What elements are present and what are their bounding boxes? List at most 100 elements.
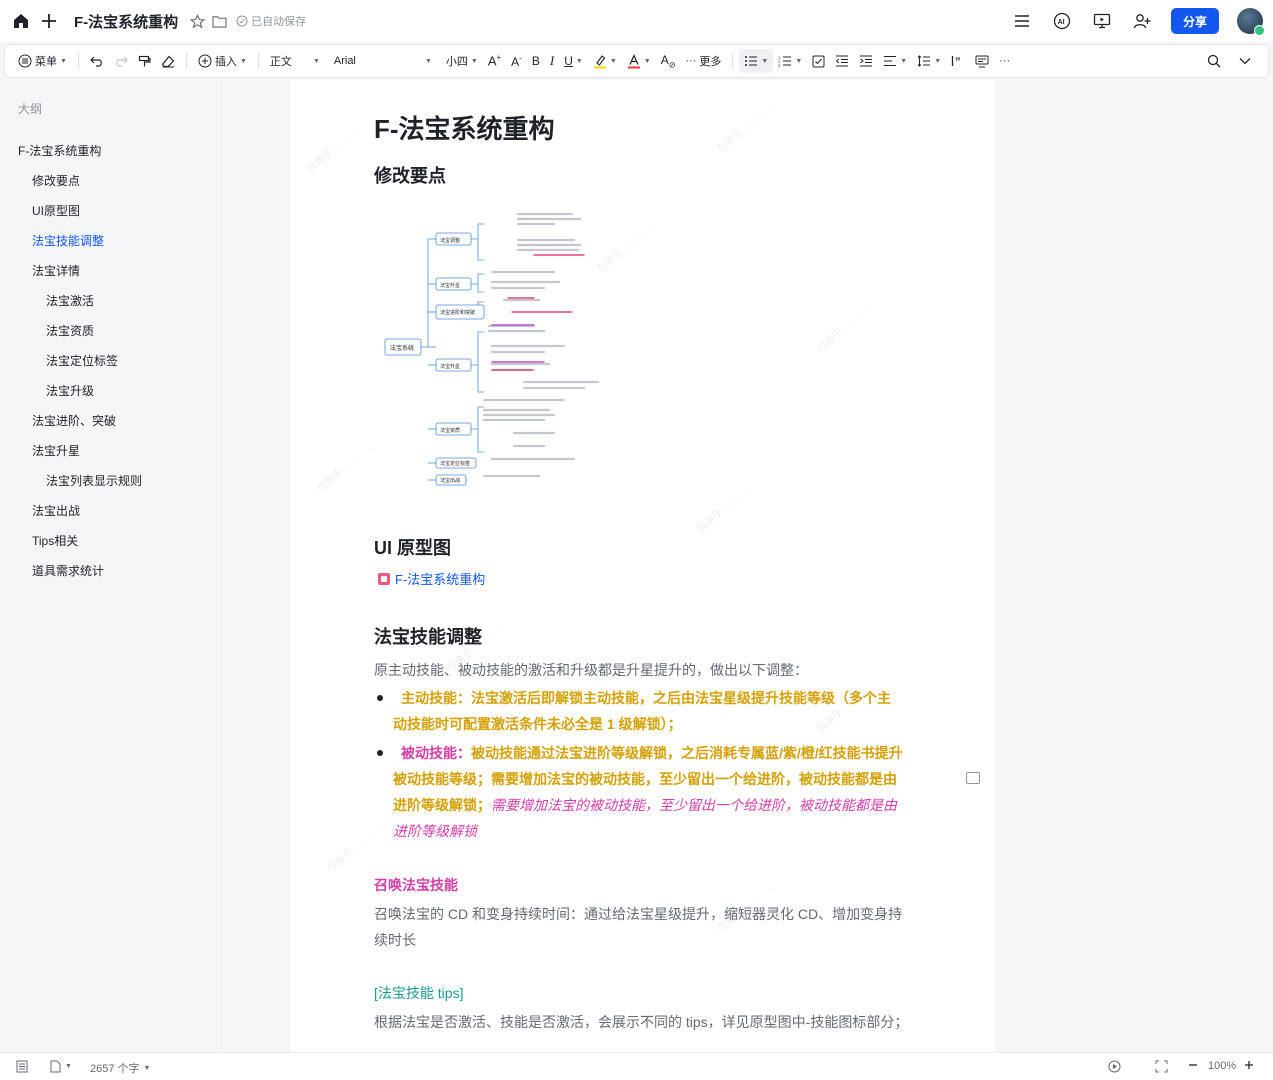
outline-item[interactable]: UI原型图 — [32, 202, 80, 219]
undo-icon[interactable] — [85, 49, 109, 73]
heading-skill-adjust: 法宝技能调整 — [374, 627, 482, 647]
autosave-status: 已自动保存 — [236, 13, 306, 29]
increase-font-icon[interactable]: A+ — [483, 49, 506, 73]
underline-icon[interactable]: U ▼ — [559, 49, 588, 73]
menu-lines-icon[interactable] — [1011, 10, 1033, 32]
page-view-icon[interactable]: ▼ — [50, 1060, 72, 1073]
folder-icon[interactable] — [208, 10, 230, 32]
paragraph-summon-1: 召唤法宝的 CD 和变身持续时间：通过给法宝星级提升，缩短器灵化 CD、增加变身… — [374, 906, 903, 922]
present-icon[interactable] — [1091, 10, 1113, 32]
outline-item[interactable]: 法宝出战 — [32, 502, 80, 519]
outline-item[interactable]: 法宝升星 — [32, 442, 80, 459]
outline-item[interactable]: Tips相关 — [32, 532, 78, 549]
outline-item[interactable]: 法宝激活 — [46, 292, 94, 309]
more-button[interactable]: ··· 更多 — [680, 49, 726, 73]
svg-text:法宝出战: 法宝出战 — [440, 477, 460, 484]
bullet-passive-skill-cont: 被动技能等级；需要增加法宝的被动技能，至少留出一个给进阶，被动技能都是由 — [393, 771, 897, 787]
callout-icon[interactable] — [970, 49, 994, 73]
star-icon[interactable] — [186, 10, 208, 32]
format-painter-icon[interactable] — [133, 49, 156, 73]
ordered-list-icon[interactable]: 123 ▼ — [773, 49, 807, 73]
svg-text:法宝升星: 法宝升星 — [440, 363, 460, 370]
watermark: 仅用于 · · · · · · — [715, 103, 774, 155]
outline-item[interactable]: 法宝资质 — [46, 322, 94, 339]
share-button[interactable]: 分享 — [1171, 8, 1219, 34]
bullet-dot — [377, 695, 383, 701]
insert-button[interactable]: 插入 ▼ — [193, 49, 252, 73]
outdent-icon[interactable] — [830, 49, 854, 73]
word-count[interactable]: 2657 个字 ▼ — [90, 1060, 150, 1076]
clear-format-icon[interactable]: A⊘ — [656, 49, 681, 73]
outline-item[interactable]: F-法宝系统重构 — [18, 142, 101, 159]
ai-icon[interactable]: AI — [1051, 10, 1073, 32]
indent-icon[interactable] — [854, 49, 878, 73]
chevron-down-icon[interactable] — [1234, 49, 1256, 73]
svg-text:法宝进阶和突破: 法宝进阶和突破 — [440, 309, 475, 316]
watermark: 仅用于 · · · · · · — [315, 443, 374, 495]
svg-text:法宝升星: 法宝升星 — [440, 282, 460, 289]
outline-sidebar: 大纲 F-法宝系统重构 修改要点 UI原型图 法宝技能调整 法宝详情 法宝激活 … — [0, 80, 222, 1050]
zoom-level[interactable]: 100% — [1208, 1060, 1236, 1072]
fullscreen-icon[interactable] — [1155, 1060, 1168, 1073]
outline-item[interactable]: 修改要点 — [32, 172, 80, 189]
heading-ui-prototype: UI 原型图 — [374, 538, 452, 558]
outline-heading: 大纲 — [18, 102, 43, 116]
line-spacing-icon[interactable]: ▼ — [912, 49, 946, 73]
outline-item[interactable]: 法宝进阶、突破 — [32, 412, 116, 429]
outline-item[interactable]: 法宝升级 — [46, 382, 94, 399]
watermark: 仅用于 · · · · · · — [305, 123, 364, 175]
mindmap-image[interactable]: 法宝系统 法宝调整 法宝升星 法宝进阶和突破 法宝升星 法宝资质 法宝定位标签 … — [384, 202, 614, 497]
svg-text:法宝定位标签: 法宝定位标签 — [440, 460, 470, 467]
svg-text:AI: AI — [1058, 19, 1065, 26]
outline-item[interactable]: 道具需求统计 — [32, 562, 104, 579]
align-icon[interactable]: ▼ — [878, 49, 912, 73]
svg-text:”: ” — [955, 56, 961, 67]
bullet-passive-skill: 被动技能：被动技能通过法宝进阶等级解锁，之后消耗专属蓝/紫/橙/红技能书提升 — [401, 745, 903, 761]
outline-item[interactable]: 法宝列表显示规则 — [46, 472, 142, 489]
search-icon[interactable] — [1202, 49, 1226, 73]
outline-toggle-icon[interactable] — [16, 1060, 28, 1073]
decrease-font-icon[interactable]: A- — [506, 49, 527, 73]
zoom-out-icon[interactable] — [1188, 1060, 1198, 1070]
quote-icon[interactable]: ” — [946, 49, 970, 73]
add-comment-icon[interactable] — [966, 772, 980, 784]
tips-link[interactable]: [法宝技能 tips] — [374, 980, 463, 1006]
add-icon[interactable] — [38, 10, 60, 32]
outline-item[interactable]: 法宝详情 — [32, 262, 80, 279]
bullet-dot — [377, 750, 383, 756]
document-page[interactable]: 仅用于 · · · · · · 仅用于 · · · · · · 仅用于 · · … — [290, 80, 995, 1052]
outline-item-active[interactable]: 法宝技能调整 — [32, 232, 104, 249]
add-user-icon[interactable] — [1131, 10, 1153, 32]
paragraph-style-select[interactable]: 正文 ▼ — [265, 49, 325, 73]
highlight-icon[interactable]: ▼ — [588, 49, 622, 73]
home-icon[interactable] — [10, 10, 32, 32]
italic-icon[interactable]: I — [545, 49, 559, 73]
check-circle-icon — [236, 15, 248, 27]
bold-icon[interactable]: B — [527, 49, 545, 73]
bullet-list-icon[interactable]: ▼ — [739, 49, 774, 73]
redo-icon[interactable] — [109, 49, 133, 73]
plus-circle-icon — [198, 54, 212, 68]
eraser-icon[interactable] — [156, 49, 180, 73]
more-tools-icon[interactable]: ··· — [994, 49, 1015, 73]
outline-item[interactable]: 法宝定位标签 — [46, 352, 118, 369]
format-toolbar: 菜单 ▼ 插入 ▼ 正文 ▼ Arial ▼ 小四 ▼ A+ A- B I U ▼ ▼ ▼ … — [4, 44, 1269, 78]
svg-text:3: 3 — [778, 63, 781, 67]
user-avatar[interactable] — [1237, 8, 1265, 36]
zoom-in-icon[interactable] — [1244, 1060, 1254, 1070]
checkbox-icon[interactable] — [807, 49, 830, 73]
menu-button[interactable]: 菜单 ▼ — [13, 49, 72, 73]
mindmap-root: 法宝系统 — [390, 344, 414, 352]
play-icon[interactable] — [1108, 1060, 1121, 1073]
font-family-select[interactable]: Arial ▼ — [329, 49, 437, 73]
font-color-icon[interactable]: ▼ — [622, 49, 656, 73]
bullet-passive-skill-cont3: 进阶等级解锁 — [393, 823, 477, 839]
doc-title[interactable]: F-法宝系统重构 — [74, 11, 178, 32]
document-title: F-法宝系统重构 — [374, 114, 555, 144]
paragraph-skill-intro: 原主动技能、被动技能的激活和升级都是升星提升的，做出以下调整： — [374, 662, 808, 678]
font-size-select[interactable]: 小四 ▼ — [441, 49, 483, 73]
bullet-passive-skill-cont2: 进阶等级解锁；需要增加法宝的被动技能，至少留出一个给进阶，被动技能都是由 — [393, 797, 897, 813]
heading-summon-skill: 召唤法宝技能 — [374, 877, 458, 893]
menu-circle-icon — [18, 54, 32, 68]
prototype-link[interactable]: F-法宝系统重构 — [378, 569, 485, 588]
